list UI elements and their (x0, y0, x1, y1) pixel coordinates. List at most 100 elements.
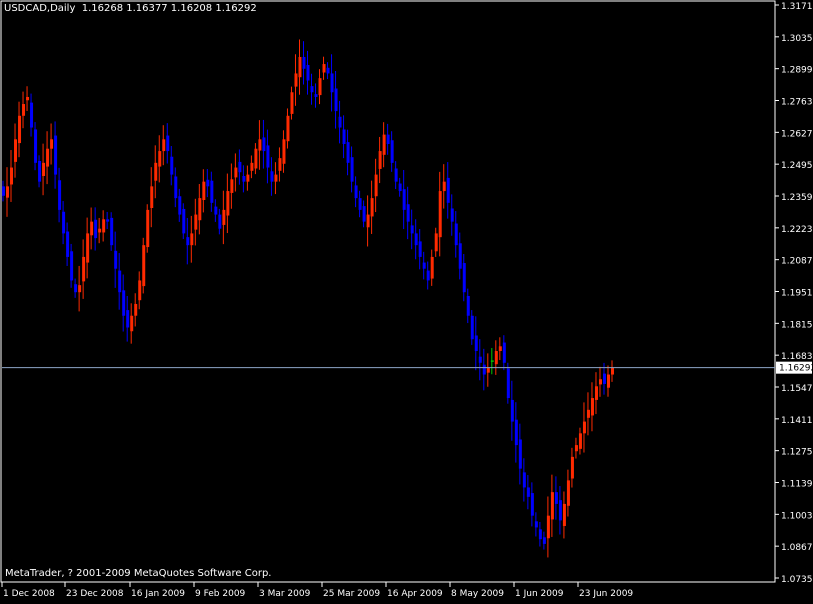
candle (134, 293, 138, 327)
y-tick-label: 1.07350 (781, 575, 813, 585)
candle (186, 217, 190, 265)
candle-body (326, 67, 330, 74)
candle (50, 123, 54, 165)
candle (178, 188, 182, 222)
candle-body (222, 209, 226, 225)
candle-body (554, 492, 558, 504)
candle (302, 41, 306, 85)
candle (514, 402, 518, 463)
candle-body (362, 206, 366, 222)
price-axis[interactable]: 1.31710 1.30350 1.28990 1.27630 1.26270 1.249… (775, 2, 813, 585)
candle-body (410, 225, 414, 234)
candle (14, 123, 18, 178)
candle-body (274, 174, 278, 182)
candle-body (462, 263, 466, 293)
candle (110, 212, 114, 251)
candle-body (294, 73, 298, 87)
candlestick-chart[interactable]: 1.31710 1.30350 1.28990 1.27630 1.26270 1.249… (0, 0, 813, 600)
candle (594, 372, 598, 415)
current-price-tag: 1.16292 (776, 361, 813, 374)
candle (370, 180, 374, 234)
candle (434, 227, 438, 257)
candle-body (338, 116, 342, 128)
chart-window[interactable]: 1.31710 1.30350 1.28990 1.27630 1.26270 1.249… (0, 0, 813, 600)
candle-body (262, 137, 266, 152)
candle-body (494, 351, 498, 365)
candle (382, 122, 386, 168)
candle-body (426, 270, 430, 281)
candle-body (446, 177, 450, 203)
candle-body (394, 168, 398, 182)
candle (274, 162, 278, 195)
candle-body (130, 315, 134, 332)
candle-body (38, 160, 42, 182)
candle (354, 176, 358, 208)
copyright-text: MetaTrader, ? 2001-2009 MetaQuotes Softw… (5, 568, 272, 579)
candle (394, 161, 398, 189)
candle-body (490, 360, 494, 362)
candle-body (6, 186, 10, 198)
candle (518, 423, 522, 485)
candle (74, 278, 78, 298)
candle-body (342, 129, 346, 145)
candle-body (282, 139, 286, 164)
candle-body (250, 162, 254, 171)
candle (6, 167, 10, 217)
candle-body (526, 487, 530, 497)
candle-body (158, 151, 162, 167)
candle (294, 54, 298, 106)
candle-body (86, 233, 90, 263)
time-axis[interactable]: 1 Dec 2008 23 Dec 2008 16 Jan 2009 9 Feb 20… (1, 582, 633, 599)
candle (334, 71, 338, 129)
candle (442, 164, 446, 209)
candle (166, 123, 170, 164)
candle (398, 177, 402, 197)
candle (570, 447, 574, 488)
candle-body (530, 493, 534, 516)
y-tick-label: 1.30350 (781, 34, 813, 44)
candle-body (378, 151, 382, 169)
candle (566, 469, 570, 517)
candle (146, 204, 150, 253)
candle-body (438, 191, 442, 238)
candle-body (190, 233, 194, 246)
candle (150, 167, 154, 228)
candle (38, 155, 42, 188)
candle-body (194, 214, 198, 230)
x-tick-label: 1 Dec 2008 (3, 589, 55, 599)
candle-body (602, 373, 606, 384)
candle-body (402, 189, 406, 210)
candle (98, 217, 102, 244)
y-tick-label: 1.16830 (781, 352, 813, 362)
candle-body (406, 204, 410, 222)
candle-body (474, 335, 478, 352)
candle (286, 108, 290, 149)
x-tick-label: 23 Jun 2009 (579, 589, 633, 599)
candle-body (206, 179, 210, 187)
candle-body (50, 139, 54, 149)
candle (482, 348, 486, 391)
candle (238, 149, 242, 185)
candle-body (611, 367, 614, 375)
candle-body (418, 241, 422, 257)
candle-body (98, 228, 102, 233)
plot-frame (0, 0, 776, 583)
candle (54, 121, 58, 189)
candle (406, 186, 410, 240)
candle-body (270, 171, 274, 182)
candle-body (78, 285, 82, 293)
candle (254, 143, 258, 175)
candle-body (174, 176, 178, 199)
candle-body (146, 209, 150, 248)
candle-body (334, 88, 338, 112)
candle (194, 198, 198, 246)
candle (490, 348, 494, 375)
candle-body (58, 180, 62, 210)
candle-body (234, 167, 238, 178)
candle-body (142, 245, 146, 287)
candle-body (382, 134, 386, 155)
candle-body (434, 233, 438, 252)
candle (554, 476, 558, 520)
candle (126, 295, 130, 342)
candle (582, 402, 586, 453)
